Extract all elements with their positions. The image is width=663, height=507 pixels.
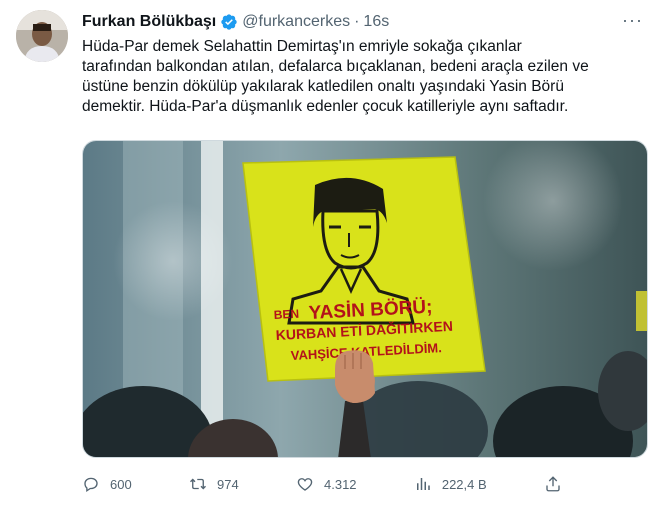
author-handle[interactable]: @furkancerkes (242, 12, 350, 32)
timestamp[interactable]: 16s (363, 12, 389, 32)
tweet-text-line: üstüne benzin dökülüp yakılarak katledil… (82, 78, 564, 95)
tweet-photo[interactable]: BEN YASİN BÖRÜ; KURBAN ETİ DAĞITIRKEN VA… (82, 140, 648, 458)
tweet-text-line: Hüda-Par demek Selahattin Demirtaş'ın em… (82, 38, 522, 55)
tweet-card: Furkan Bölükbaşı @furkancerkes · 16s ···… (0, 0, 663, 507)
views-icon (416, 478, 430, 490)
reply-icon (84, 477, 98, 493)
reply-count: 600 (110, 476, 132, 492)
tweet-header: Furkan Bölükbaşı @furkancerkes · 16s (82, 12, 389, 32)
reply-button[interactable]: 600 (82, 475, 132, 493)
share-icon (546, 476, 560, 492)
like-button[interactable]: 4.312 (296, 475, 357, 493)
separator-dot: · (354, 13, 360, 30)
share-button[interactable] (544, 475, 562, 493)
tweet-text-line: tarafından balkondan atılan, defalarca b… (82, 58, 589, 75)
like-count: 4.312 (324, 476, 357, 492)
like-icon (297, 478, 313, 491)
views-button[interactable]: 222,4 B (414, 475, 487, 493)
verified-badge-icon (220, 13, 238, 31)
tweet-actions: 600 974 4.312 222,4 B (82, 472, 562, 496)
avatar[interactable] (16, 10, 68, 62)
author-name[interactable]: Furkan Bölükbaşı (82, 12, 216, 32)
tweet-text-line: demektir. Hüda-Par'a düşmanlık edenler ç… (82, 98, 569, 115)
retweet-button[interactable]: 974 (189, 475, 239, 493)
views-count: 222,4 B (441, 476, 487, 492)
tweet-text: Hüda-Par demek Selahattin Demirtaş'ın em… (82, 37, 652, 117)
sign-line1-prefix: BEN (273, 307, 299, 322)
retweet-icon (190, 478, 206, 490)
retweet-count: 974 (217, 476, 239, 492)
more-icon[interactable]: ··· (622, 11, 643, 29)
